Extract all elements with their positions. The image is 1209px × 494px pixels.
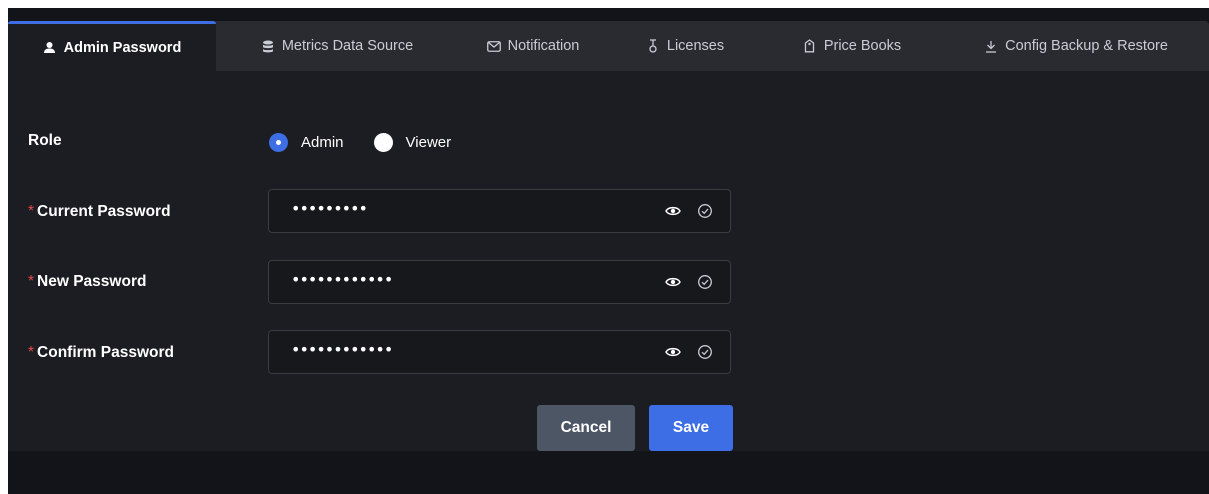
- confirm-password-label: * Confirm Password: [28, 344, 174, 361]
- password-value: ••••••••••••: [291, 270, 393, 289]
- tab-label: Admin Password: [63, 39, 182, 56]
- required-mark: *: [28, 273, 35, 290]
- tag-icon: [803, 39, 817, 53]
- tab-label: Price Books: [823, 38, 902, 54]
- tab-notification[interactable]: Notification: [458, 21, 608, 71]
- settings-window: Admin Password Metrics Data Source Notif…: [8, 8, 1209, 494]
- tab-label: Notification: [507, 38, 580, 54]
- tab-config-backup-restore[interactable]: Config Backup & Restore: [956, 21, 1196, 71]
- cancel-button[interactable]: Cancel: [537, 405, 635, 451]
- radio-unchecked-icon[interactable]: [373, 132, 393, 152]
- role-label: Role: [28, 132, 62, 149]
- required-mark: *: [28, 203, 35, 220]
- check-circle-icon: [697, 344, 713, 360]
- password-value: ••••••••••••: [291, 340, 393, 359]
- tab-label: Config Backup & Restore: [1005, 38, 1168, 54]
- confirm-password-input[interactable]: ••••••••••••: [268, 330, 731, 374]
- tab-admin-password[interactable]: Admin Password: [8, 21, 216, 71]
- key-icon: [646, 39, 660, 53]
- tab-label: Licenses: [666, 38, 725, 54]
- check-circle-icon: [697, 203, 713, 219]
- check-circle-icon: [697, 274, 713, 290]
- tab-licenses[interactable]: Licenses: [622, 21, 748, 71]
- tab-price-books[interactable]: Price Books: [782, 21, 922, 71]
- radio-label: Viewer: [405, 133, 452, 151]
- tab-metrics-data-source[interactable]: Metrics Data Source: [230, 21, 444, 71]
- radio-label: Admin: [301, 133, 344, 151]
- new-password-label: * New Password: [28, 273, 147, 290]
- settings-panel: Admin Password Metrics Data Source Notif…: [8, 21, 1209, 451]
- tab-bar: Admin Password Metrics Data Source Notif…: [8, 21, 1209, 71]
- mail-icon: [486, 39, 501, 53]
- eye-icon[interactable]: [665, 345, 681, 359]
- role-radio-viewer[interactable]: Viewer: [373, 132, 452, 152]
- role-radio-group: Admin Viewer: [269, 131, 481, 153]
- eye-icon[interactable]: [665, 204, 681, 218]
- tab-label: Metrics Data Source: [281, 38, 414, 54]
- password-value: •••••••••: [291, 199, 368, 218]
- required-mark: *: [28, 344, 35, 361]
- current-password-label: * Current Password: [28, 203, 171, 220]
- save-button[interactable]: Save: [649, 405, 733, 451]
- database-icon: [261, 39, 275, 53]
- radio-checked-icon[interactable]: [269, 132, 288, 152]
- current-password-input[interactable]: •••••••••: [268, 189, 731, 233]
- new-password-input[interactable]: ••••••••••••: [268, 260, 731, 304]
- user-icon: [43, 41, 57, 55]
- eye-icon[interactable]: [665, 275, 681, 289]
- download-icon: [984, 39, 998, 53]
- role-radio-admin[interactable]: Admin: [269, 132, 344, 152]
